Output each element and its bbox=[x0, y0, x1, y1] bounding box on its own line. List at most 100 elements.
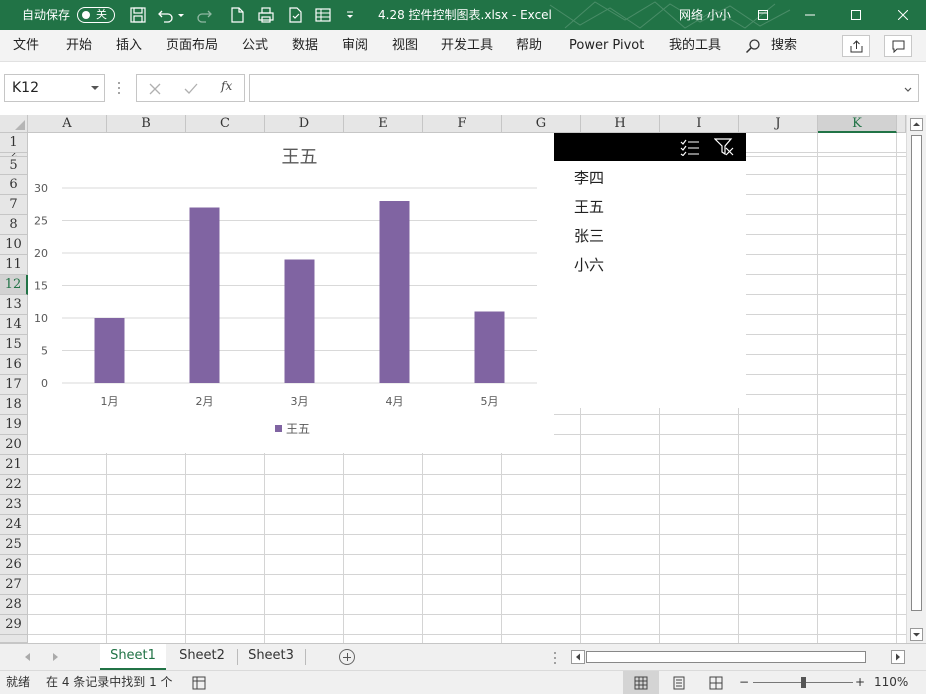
row-header[interactable]: 27 bbox=[0, 575, 28, 595]
tab-my-tools[interactable]: 我的工具 bbox=[669, 30, 721, 62]
ribbon-display-button[interactable] bbox=[740, 0, 786, 30]
enter-icon[interactable] bbox=[183, 81, 199, 97]
column-header-f[interactable]: F bbox=[423, 115, 502, 133]
column-header-b[interactable]: B bbox=[107, 115, 186, 133]
slicer-item[interactable]: 张三 bbox=[574, 225, 604, 247]
row-header[interactable]: 14 bbox=[0, 315, 28, 335]
comments-button[interactable] bbox=[884, 35, 912, 57]
macro-record-icon[interactable] bbox=[192, 676, 206, 690]
undo-icon[interactable] bbox=[157, 6, 175, 24]
slicer[interactable]: 李四 王五 张三 小六 bbox=[554, 133, 746, 408]
column-header-j[interactable]: J bbox=[739, 115, 818, 133]
sheet-tab-sheet3[interactable]: Sheet3 bbox=[240, 644, 302, 670]
tab-search[interactable]: 搜索 bbox=[771, 30, 797, 62]
minimize-button[interactable] bbox=[787, 0, 833, 30]
row-header[interactable]: 11 bbox=[0, 255, 28, 275]
column-header-h[interactable]: H bbox=[581, 115, 660, 133]
row-header[interactable]: 19 bbox=[0, 415, 28, 435]
row-header[interactable]: 25 bbox=[0, 535, 28, 555]
insert-function-button[interactable]: fx bbox=[221, 79, 232, 93]
row-header[interactable]: 26 bbox=[0, 555, 28, 575]
scroll-left-button[interactable] bbox=[571, 650, 585, 664]
tab-file[interactable]: 文件 bbox=[13, 30, 39, 62]
worksheet-grid[interactable]: A B C D E F G H I J K 1 2 5 6 7 8 10 11 … bbox=[0, 115, 906, 643]
add-sheet-icon[interactable] bbox=[339, 649, 355, 665]
tab-page-layout[interactable]: 页面布局 bbox=[166, 30, 218, 62]
tab-help[interactable]: 帮助 bbox=[516, 30, 542, 62]
row-header[interactable]: 10 bbox=[0, 235, 28, 255]
tab-data[interactable]: 数据 bbox=[292, 30, 318, 62]
maximize-button[interactable] bbox=[833, 0, 879, 30]
row-header[interactable]: 17 bbox=[0, 375, 28, 395]
prev-sheet-icon[interactable] bbox=[25, 653, 30, 661]
scroll-down-button[interactable] bbox=[910, 628, 923, 641]
row-header[interactable]: 8 bbox=[0, 215, 28, 235]
formula-input[interactable] bbox=[249, 74, 919, 102]
user-name[interactable]: 网络 小小 bbox=[679, 0, 731, 30]
column-header-c[interactable]: C bbox=[186, 115, 265, 133]
form-icon[interactable] bbox=[286, 6, 304, 24]
horizontal-scrollbar[interactable] bbox=[571, 650, 906, 665]
zoom-in-button[interactable]: + bbox=[855, 671, 865, 694]
row-header[interactable]: 29 bbox=[0, 615, 28, 635]
row-header[interactable]: 5 bbox=[0, 157, 28, 175]
close-button[interactable] bbox=[880, 0, 926, 30]
share-button[interactable] bbox=[842, 35, 870, 57]
row-header[interactable]: 20 bbox=[0, 435, 28, 455]
scroll-right-button[interactable] bbox=[891, 650, 905, 664]
row-header[interactable] bbox=[0, 635, 28, 643]
drag-handle-icon[interactable] bbox=[117, 80, 121, 96]
embedded-bar-chart[interactable]: 王五 0 5 10 15 20 25 30 1月 2月 3月 4月 5月 王五 bbox=[28, 133, 554, 453]
normal-view-button[interactable] bbox=[623, 671, 659, 694]
select-all-button[interactable] bbox=[0, 115, 28, 133]
row-header[interactable]: 23 bbox=[0, 495, 28, 515]
print-icon[interactable] bbox=[257, 6, 275, 24]
vertical-scrollbar[interactable] bbox=[906, 115, 926, 643]
redo-icon[interactable] bbox=[195, 6, 213, 24]
slicer-item[interactable]: 小六 bbox=[574, 254, 604, 276]
row-header[interactable]: 22 bbox=[0, 475, 28, 495]
name-box[interactable]: K12 bbox=[4, 74, 105, 102]
tab-review[interactable]: 审阅 bbox=[342, 30, 368, 62]
row-header[interactable]: 28 bbox=[0, 595, 28, 615]
zoom-level[interactable]: 110% bbox=[874, 671, 908, 694]
cancel-icon[interactable] bbox=[147, 81, 163, 97]
tab-insert[interactable]: 插入 bbox=[116, 30, 142, 62]
row-header[interactable]: 13 bbox=[0, 295, 28, 315]
slicer-item[interactable]: 王五 bbox=[574, 196, 604, 218]
column-header-next[interactable] bbox=[897, 115, 906, 133]
row-header[interactable]: 18 bbox=[0, 395, 28, 415]
zoom-slider-thumb[interactable] bbox=[801, 677, 806, 688]
search-icon[interactable] bbox=[745, 38, 761, 54]
scroll-thumb[interactable] bbox=[911, 135, 922, 611]
chevron-down-icon[interactable] bbox=[91, 86, 99, 90]
expand-formula-icon[interactable] bbox=[904, 86, 912, 94]
tab-home[interactable]: 开始 bbox=[66, 30, 92, 62]
row-header[interactable]: 6 bbox=[0, 175, 28, 195]
undo-dropdown-icon[interactable] bbox=[177, 6, 185, 24]
row-header-selected[interactable]: 12 bbox=[0, 275, 28, 295]
new-file-icon[interactable] bbox=[228, 6, 246, 24]
column-header-d[interactable]: D bbox=[265, 115, 344, 133]
next-sheet-icon[interactable] bbox=[53, 653, 58, 661]
row-header[interactable]: 15 bbox=[0, 335, 28, 355]
row-header[interactable]: 24 bbox=[0, 515, 28, 535]
autosave-toggle[interactable]: 关 bbox=[77, 7, 115, 23]
column-header-g[interactable]: G bbox=[502, 115, 581, 133]
multi-select-icon[interactable] bbox=[680, 138, 700, 157]
customize-icon[interactable] bbox=[344, 6, 356, 24]
sheet-tab-sheet1[interactable]: Sheet1 bbox=[100, 644, 166, 670]
row-header[interactable]: 16 bbox=[0, 355, 28, 375]
column-header-e[interactable]: E bbox=[344, 115, 423, 133]
page-break-view-button[interactable] bbox=[698, 671, 734, 694]
scroll-up-button[interactable] bbox=[910, 118, 923, 131]
tab-view[interactable]: 视图 bbox=[392, 30, 418, 62]
tab-developer[interactable]: 开发工具 bbox=[441, 30, 493, 62]
save-icon[interactable] bbox=[129, 6, 147, 24]
row-header[interactable]: 1 bbox=[0, 133, 28, 153]
clear-filter-icon[interactable] bbox=[713, 138, 734, 156]
row-header[interactable]: 21 bbox=[0, 455, 28, 475]
drag-handle-icon[interactable] bbox=[553, 651, 557, 665]
tab-formulas[interactable]: 公式 bbox=[242, 30, 268, 62]
grid-icon[interactable] bbox=[314, 6, 332, 24]
